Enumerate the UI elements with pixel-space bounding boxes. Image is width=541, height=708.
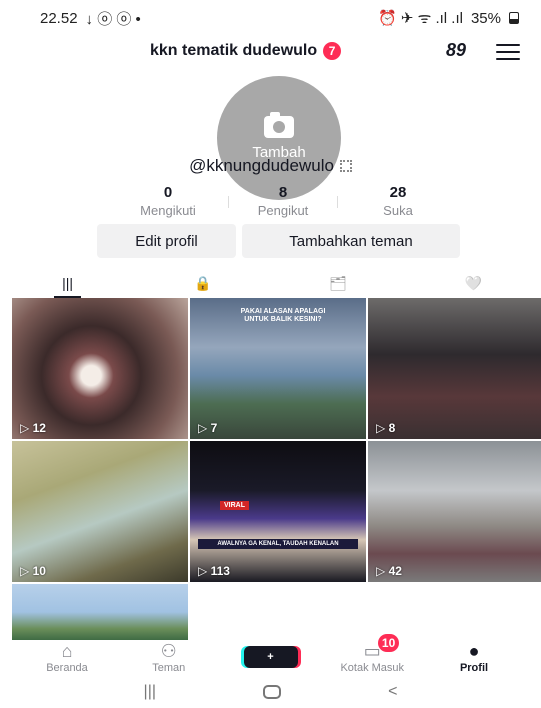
- friends-icon: ⚇: [160, 641, 177, 661]
- view-count: ▷ 10: [20, 564, 46, 578]
- status-left: 22.52 ↓ ⓞ ⓞ •: [40, 8, 141, 29]
- home-button[interactable]: [263, 685, 282, 699]
- news-ticker: AWALNYA GA KENAL, TAUDAH KENALAN: [198, 539, 358, 549]
- account-switcher[interactable]: kkn tematik dudewulo 7: [150, 42, 342, 60]
- qr-code-icon[interactable]: [339, 160, 352, 172]
- nav-create[interactable]: +: [236, 640, 306, 674]
- heart-icon: 🤍: [464, 274, 483, 291]
- nav-friends[interactable]: ⚇ Teman: [134, 640, 204, 674]
- tab-saved[interactable]: 🗂: [271, 268, 406, 298]
- inbox-badge: 10: [377, 634, 400, 652]
- avatar-add-photo[interactable]: Tambah: [217, 76, 341, 200]
- followers-stat[interactable]: 8 Pengikut: [233, 184, 333, 218]
- stat-divider: [228, 196, 229, 208]
- nav-home-label: Beranda: [46, 662, 88, 674]
- video-thumbnail[interactable]: [12, 584, 188, 640]
- profile-actions: Edit profil Tambahkan teman: [97, 224, 460, 258]
- home-icon: ⌂: [61, 641, 73, 661]
- account-name: kkn tematik dudewulo: [150, 42, 318, 59]
- grid-icon: |||: [62, 275, 74, 291]
- nav-inbox-label: Kotak Masuk: [340, 662, 405, 674]
- nav-home[interactable]: ⌂ Beranda: [32, 640, 102, 674]
- create-button[interactable]: +: [243, 646, 298, 668]
- video-thumbnail[interactable]: ▷ 10: [12, 441, 188, 582]
- profile-tabs: ||| 🔒 🗂 🤍: [0, 268, 541, 298]
- viral-label: VIRAL: [220, 501, 249, 510]
- following-stat[interactable]: 0 Mengikuti: [118, 184, 218, 218]
- following-label: Mengikuti: [140, 203, 196, 218]
- status-signal-icons: ⏰ ✈ ᯤ .ıl .ıl: [378, 10, 463, 27]
- video-thumbnail[interactable]: ▷ 12: [12, 298, 188, 439]
- profile-stats: 0 Mengikuti 8 Pengikut 28 Suka: [118, 184, 448, 218]
- account-notification-badge: 7: [323, 42, 342, 60]
- video-thumbnail[interactable]: ▷ 8: [368, 298, 541, 439]
- video-caption: PAKAI ALASAN APALAGI UNTUK BALIK KESINI?: [240, 308, 326, 323]
- video-thumbnail[interactable]: PAKAI ALASAN APALAGI UNTUK BALIK KESINI?…: [190, 298, 366, 439]
- battery-icon: [509, 12, 519, 24]
- add-friends-button[interactable]: Tambahkan teman: [242, 224, 460, 258]
- lock-icon: 🔒: [194, 274, 212, 291]
- camera-icon: [264, 111, 294, 138]
- back-button[interactable]: <: [388, 683, 397, 701]
- likes-label: Suka: [383, 203, 413, 218]
- status-time: 22.52: [40, 9, 78, 27]
- system-navigation: ||| <: [0, 676, 541, 708]
- status-notification-icons: ↓ ⓞ ⓞ •: [85, 10, 141, 28]
- likes-count: 28: [389, 184, 407, 201]
- stat-divider: [337, 196, 338, 208]
- edit-profile-button[interactable]: Edit profil: [97, 224, 236, 258]
- battery-level: 35%: [470, 9, 501, 27]
- tab-videos[interactable]: |||: [0, 268, 135, 298]
- view-count: ▷ 12: [20, 421, 46, 435]
- bookmark-icon: 🗂: [329, 274, 348, 291]
- nav-profile[interactable]: ● Profil: [439, 640, 509, 674]
- nav-profile-label: Profil: [459, 662, 489, 674]
- tab-private[interactable]: 🔒: [135, 268, 270, 298]
- view-count: ▷ 42: [376, 564, 402, 578]
- view-count: ▷ 8: [376, 421, 396, 435]
- view-count: ▷ 7: [198, 421, 218, 435]
- username: @kknungdudewulo: [189, 156, 334, 175]
- followers-label: Pengikut: [257, 203, 309, 218]
- video-thumbnail[interactable]: ▷ 42: [368, 441, 541, 582]
- status-right: ⏰ ✈ ᯤ .ıl .ıl 35%: [378, 8, 519, 28]
- following-count: 0: [163, 184, 173, 201]
- creator-tools-icon[interactable]: 89: [446, 40, 466, 61]
- bottom-navigation: ⌂ Beranda ⚇ Teman + ▭ 10 Kotak Masuk ● P…: [0, 634, 541, 674]
- video-thumbnail[interactable]: VIRAL AWALNYA GA KENAL, TAUDAH KENALAN ▷…: [190, 441, 366, 582]
- menu-icon[interactable]: [496, 44, 520, 60]
- nav-friends-label: Teman: [152, 662, 186, 674]
- status-bar: 22.52 ↓ ⓞ ⓞ • ⏰ ✈ ᯤ .ıl .ıl 35%: [0, 0, 541, 36]
- profile-header: kkn tematik dudewulo 7 89: [0, 38, 541, 68]
- nav-inbox[interactable]: ▭ 10 Kotak Masuk: [337, 634, 407, 674]
- recent-apps-button[interactable]: |||: [144, 683, 156, 701]
- likes-stat[interactable]: 28 Suka: [348, 184, 448, 218]
- followers-count: 8: [278, 184, 288, 201]
- view-count: ▷ 113: [198, 564, 230, 578]
- profile-icon: ●: [468, 641, 480, 661]
- username-row: @kknungdudewulo: [0, 156, 541, 176]
- tab-liked[interactable]: 🤍: [406, 268, 541, 298]
